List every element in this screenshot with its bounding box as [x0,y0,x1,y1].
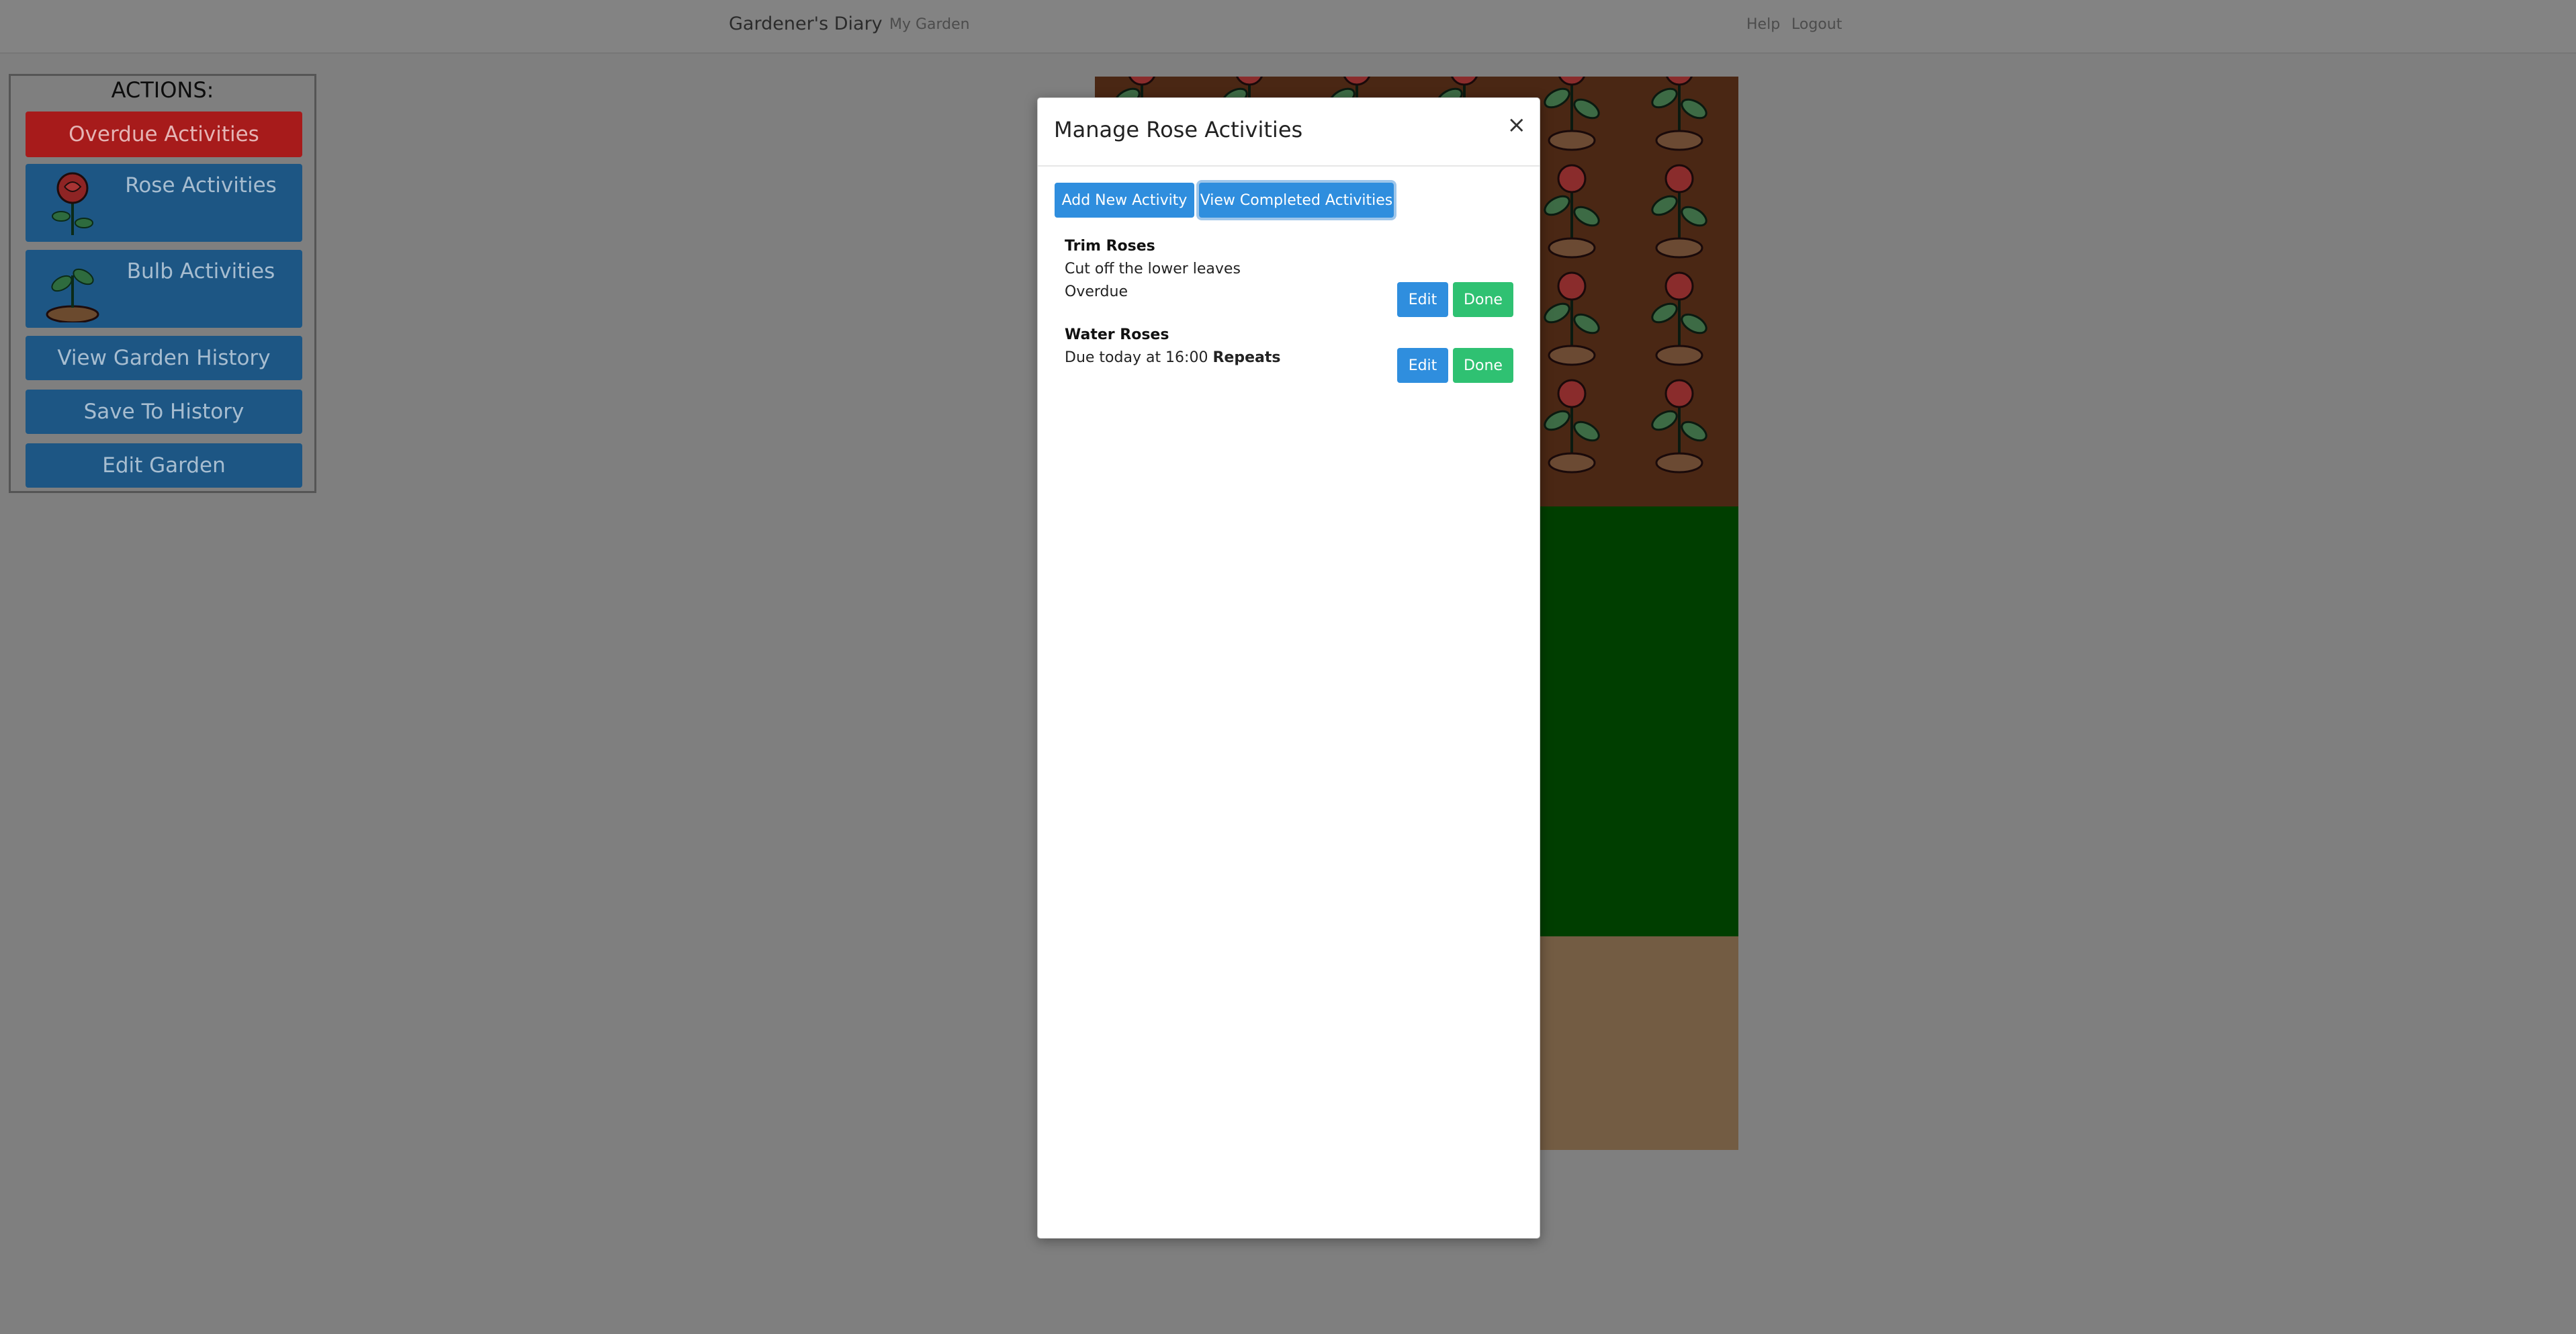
view-garden-history-label: View Garden History [57,346,271,370]
view-completed-activities-button[interactable]: View Completed Activities [1199,183,1394,218]
edit-garden-label: Edit Garden [102,453,226,478]
close-icon[interactable]: × [1507,112,1527,138]
add-new-activity-button[interactable]: Add New Activity [1055,183,1194,218]
rose-icon [52,172,93,235]
activity-status: Overdue [1065,283,1128,300]
done-activity-button[interactable]: Done [1453,282,1513,317]
nav-my-garden[interactable]: My Garden [889,16,970,33]
manage-activities-modal: Manage Rose Activities × Add New Activit… [1037,97,1540,1239]
save-to-history-button[interactable]: Save To History [26,390,302,434]
nav-help[interactable]: Help [1746,16,1780,33]
activity-due-text: Due today at 16:00 [1065,349,1208,366]
sprout-icon [46,268,99,322]
rose-activities-button[interactable]: Rose Activities [26,164,302,242]
edit-garden-button[interactable]: Edit Garden [26,443,302,488]
activity-repeats: Repeats [1212,349,1281,366]
activity-name: Water Roses [1065,326,1169,343]
activity-description: Cut off the lower leaves [1065,261,1241,277]
modal-title: Manage Rose Activities [1054,117,1303,142]
actions-panel: ACTIONS: Overdue Activities Rose Activit… [9,74,316,493]
overdue-activities-label: Overdue Activities [69,122,259,146]
bulb-activities-button[interactable]: Bulb Activities [26,250,302,328]
nav-logout[interactable]: Logout [1791,16,1842,33]
save-to-history-label: Save To History [83,400,245,424]
edit-activity-button[interactable]: Edit [1397,348,1448,383]
activity-name: Trim Roses [1065,238,1155,255]
done-activity-button[interactable]: Done [1453,348,1513,383]
brand-link[interactable]: Gardener's Diary [729,13,883,34]
edit-activity-button[interactable]: Edit [1397,282,1448,317]
view-garden-history-button[interactable]: View Garden History [26,336,302,380]
overdue-activities-button[interactable]: Overdue Activities [26,112,302,157]
activity-due: Due today at 16:00 Repeats [1065,349,1280,366]
navbar: Gardener's Diary My Garden Help Logout [0,0,2576,54]
actions-title: ACTIONS: [111,77,214,103]
modal-header: Manage Rose Activities × [1038,98,1540,167]
